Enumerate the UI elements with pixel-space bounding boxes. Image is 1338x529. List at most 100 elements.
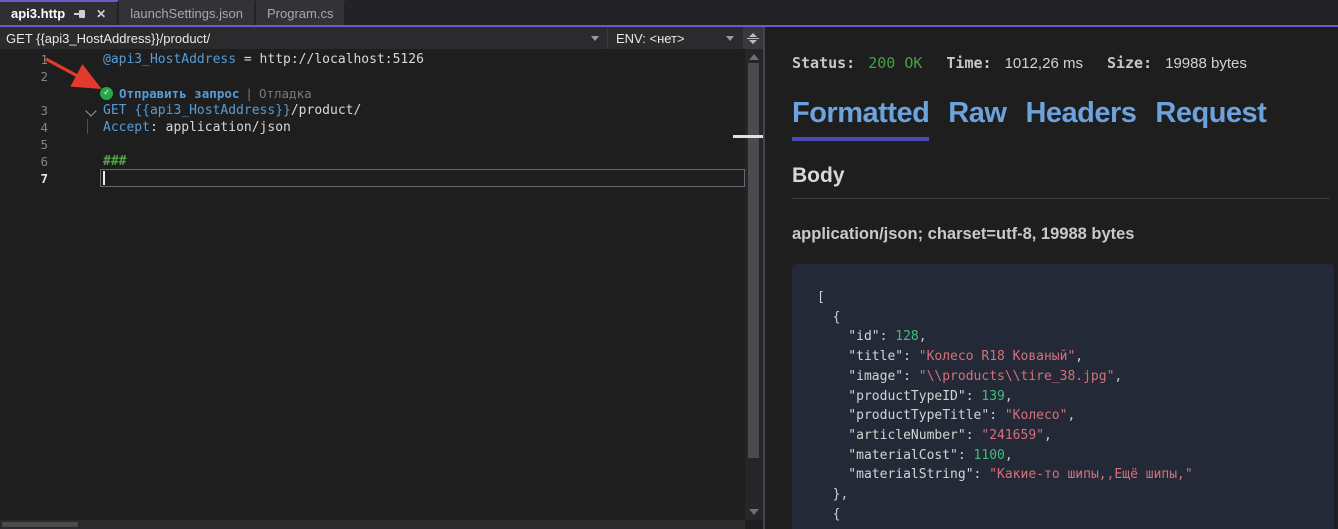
json-token: : [989, 408, 1005, 423]
code-token: @api3_HostAddress [103, 52, 236, 67]
current-line-highlight [100, 169, 745, 187]
split-arrow-down [749, 40, 757, 44]
editor-line[interactable]: 6### [0, 153, 763, 170]
pin-icon[interactable] [74, 9, 87, 19]
horizontal-scrollbar[interactable] [0, 520, 745, 529]
editor-line[interactable]: 5 [0, 136, 763, 153]
horizontal-scrollbar-thumb[interactable] [2, 522, 78, 527]
json-token: , [1005, 389, 1013, 404]
json-token: "productTypeID" [817, 389, 966, 404]
json-token: : [958, 448, 974, 463]
check-circle-icon: ✓ [100, 87, 113, 100]
line-number: 7 [0, 171, 56, 186]
json-token: "productTypeTitle" [817, 408, 989, 423]
scroll-down-arrow-icon[interactable] [749, 509, 759, 515]
fold-column [56, 68, 103, 85]
response-tab-formatted[interactable]: Formatted [792, 97, 929, 141]
time-label: Time: [946, 54, 991, 72]
json-token: : [966, 389, 982, 404]
status-value: 200 OK [868, 54, 922, 72]
json-line: "productTypeTitle": "Колесо", [817, 406, 1324, 426]
time-group: Time: 1012,26 ms [946, 54, 1083, 72]
codelens-separator: | [245, 86, 253, 101]
tab-bar: api3.http ✕ launchSettings.json Program.cs [0, 0, 1338, 25]
json-token: 128 [895, 329, 918, 344]
status-label: Status: [792, 54, 855, 72]
editor-line[interactable]: 3GET {{api3_HostAddress}}/product/ [0, 102, 763, 119]
editor-line[interactable]: 1 @api3_HostAddress = http://localhost:51… [0, 51, 763, 68]
json-token: : [880, 329, 896, 344]
vertical-scrollbar[interactable] [745, 49, 763, 520]
tab-label: launchSettings.json [130, 6, 243, 21]
json-token: , [919, 329, 927, 344]
response-tab-raw[interactable]: Raw [948, 97, 1006, 141]
fold-column [56, 136, 103, 153]
json-token: "articleNumber" [817, 428, 966, 443]
editor-lines: 1 @api3_HostAddress = http://localhost:51… [0, 49, 763, 187]
line-number: 1 [0, 52, 56, 67]
split-bar [747, 38, 759, 39]
caret-position-marker [733, 135, 763, 138]
code-editor[interactable]: 1 @api3_HostAddress = http://localhost:51… [0, 49, 763, 529]
code-token: : [150, 120, 166, 135]
json-token: { [817, 310, 840, 325]
size-label: Size: [1107, 54, 1152, 72]
json-token: , [1067, 408, 1075, 423]
response-tabs: Formatted Raw Headers Request [792, 97, 1338, 141]
json-line: { [817, 308, 1324, 328]
body-heading: Body [792, 164, 1338, 188]
chevron-down-icon[interactable] [591, 36, 599, 41]
code-token: /product/ [291, 103, 361, 118]
close-icon[interactable]: ✕ [96, 8, 106, 20]
response-tab-request[interactable]: Request [1155, 97, 1266, 141]
fold-guide-line [87, 119, 88, 134]
chevron-down-icon[interactable] [726, 36, 734, 41]
code-token: = [236, 52, 259, 67]
json-token: "materialString" [817, 467, 974, 482]
content-type-line: application/json; charset=utf-8, 19988 b… [792, 225, 1338, 244]
line-number: 4 [0, 120, 56, 135]
request-combo[interactable]: GET {{api3_HostAddress}}/product/ [0, 27, 607, 49]
tab-api3-http[interactable]: api3.http ✕ [0, 0, 119, 25]
json-token: 139 [981, 389, 1004, 404]
time-value: 1012,26 ms [1005, 55, 1083, 72]
json-line: { [817, 505, 1324, 525]
pin-head [79, 10, 85, 18]
tab-program-cs[interactable]: Program.cs [256, 0, 346, 25]
fold-chevron-icon[interactable] [85, 105, 96, 116]
status-group: Status: 200 OK [792, 54, 922, 72]
split-arrow-up [749, 33, 757, 37]
json-token: "Какие-то шипы,,Ещё шипы," [989, 467, 1193, 482]
size-group: Size: 19988 bytes [1107, 54, 1247, 72]
request-url-bar: GET {{api3_HostAddress}}/product/ ENV: <… [0, 27, 763, 49]
send-request-link[interactable]: Отправить запрос [119, 86, 239, 101]
code-token: GET [103, 103, 134, 118]
json-line: "id": 128, [817, 327, 1324, 347]
debug-request-link[interactable]: Отладка [259, 86, 312, 101]
tab-label: api3.http [11, 6, 65, 21]
json-line: "productTypeID": 139, [817, 387, 1324, 407]
json-token: "materialCost" [817, 448, 958, 463]
environment-combo[interactable]: ENV: <нет> [607, 27, 742, 49]
json-token: [ [817, 290, 825, 305]
json-token: "id" [817, 329, 880, 344]
json-token: : [903, 349, 919, 364]
json-response-body[interactable]: [ { "id": 128, "title": "Колесо R18 Кова… [792, 264, 1334, 529]
tab-launchsettings-json[interactable]: launchSettings.json [119, 0, 256, 25]
vertical-scrollbar-thumb[interactable] [748, 63, 759, 458]
code-token: http://localhost:5126 [260, 52, 424, 67]
response-tab-headers[interactable]: Headers [1025, 97, 1136, 141]
scroll-up-arrow-icon[interactable] [749, 54, 759, 60]
editor-line[interactable]: 2 [0, 68, 763, 85]
main-split: GET {{api3_HostAddress}}/product/ ENV: <… [0, 27, 1338, 529]
section-divider [792, 198, 1330, 199]
json-line: [ [817, 288, 1324, 308]
split-editor-icon[interactable] [742, 27, 763, 49]
line-number: 6 [0, 154, 56, 169]
environment-text: ENV: <нет> [616, 31, 720, 46]
code-token: application/json [166, 120, 291, 135]
json-token: : [966, 428, 982, 443]
editor-line[interactable]: 4Accept: application/json [0, 119, 763, 136]
json-token: : [974, 467, 990, 482]
codelens-row[interactable]: ✓ Отправить запрос | Отладка [0, 85, 763, 102]
